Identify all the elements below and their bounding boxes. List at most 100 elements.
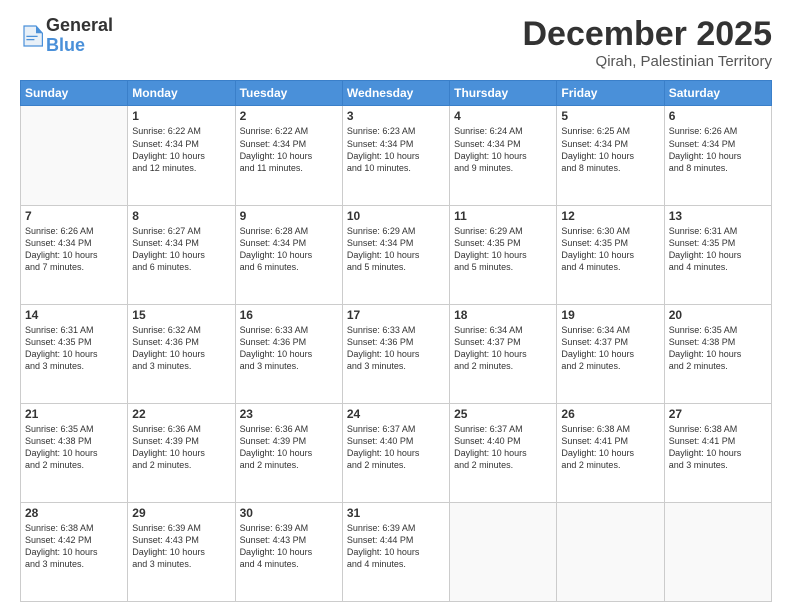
day-info: Sunrise: 6:31 AMSunset: 4:35 PMDaylight:… bbox=[669, 225, 767, 274]
table-row bbox=[664, 502, 771, 601]
day-info: Sunrise: 6:35 AMSunset: 4:38 PMDaylight:… bbox=[669, 324, 767, 373]
table-row: 24 Sunrise: 6:37 AMSunset: 4:40 PMDayligh… bbox=[342, 403, 449, 502]
table-row: 1 Sunrise: 6:22 AMSunset: 4:34 PMDaylight… bbox=[128, 106, 235, 205]
day-number: 13 bbox=[669, 209, 767, 223]
table-row: 2Sunrise: 6:22 AMSunset: 4:34 PMDaylight… bbox=[235, 106, 342, 205]
main-title: December 2025 bbox=[522, 16, 772, 53]
day-info: Sunrise: 6:29 AMSunset: 4:34 PMDaylight:… bbox=[347, 225, 445, 274]
day-number: 21 bbox=[25, 407, 123, 421]
day-number: 3 bbox=[347, 109, 445, 123]
day-number: 19 bbox=[561, 308, 659, 322]
col-sunday: Sunday bbox=[21, 81, 128, 106]
calendar-header-row: Sunday Monday Tuesday Wednesday Thursday… bbox=[21, 81, 772, 106]
day-info: Sunrise: 6:24 AMSunset: 4:34 PMDaylight:… bbox=[454, 125, 552, 174]
day-info: Sunrise: 6:38 AMSunset: 4:42 PMDaylight:… bbox=[25, 522, 123, 571]
day-number: 6 bbox=[669, 109, 767, 123]
logo: General Blue bbox=[20, 16, 113, 56]
day-number: 11 bbox=[454, 209, 552, 223]
day-info: Sunrise: 6:35 AMSunset: 4:38 PMDaylight:… bbox=[25, 423, 123, 472]
day-info: Sunrise: 6:32 AMSunset: 4:36 PMDaylight:… bbox=[132, 324, 230, 373]
col-thursday: Thursday bbox=[450, 81, 557, 106]
col-friday: Friday bbox=[557, 81, 664, 106]
day-number: 28 bbox=[25, 506, 123, 520]
day-number: 1 bbox=[132, 109, 230, 123]
day-number: 25 bbox=[454, 407, 552, 421]
logo-icon bbox=[20, 22, 44, 50]
day-info: Sunrise: 6:38 AMSunset: 4:41 PMDaylight:… bbox=[561, 423, 659, 472]
col-monday: Monday bbox=[128, 81, 235, 106]
calendar: Sunday Monday Tuesday Wednesday Thursday… bbox=[20, 80, 772, 602]
day-number: 10 bbox=[347, 209, 445, 223]
table-row: 18 Sunrise: 6:34 AMSunset: 4:37 PMDayligh… bbox=[450, 304, 557, 403]
day-number: 8 bbox=[132, 209, 230, 223]
table-row: 13 Sunrise: 6:31 AMSunset: 4:35 PMDayligh… bbox=[664, 205, 771, 304]
table-row: 21 Sunrise: 6:35 AMSunset: 4:38 PMDayligh… bbox=[21, 403, 128, 502]
day-info: Sunrise: 6:27 AMSunset: 4:34 PMDaylight:… bbox=[132, 225, 230, 274]
day-info: Sunrise: 6:37 AMSunset: 4:40 PMDaylight:… bbox=[347, 423, 445, 472]
day-number: 29 bbox=[132, 506, 230, 520]
table-row: 15 Sunrise: 6:32 AMSunset: 4:36 PMDayligh… bbox=[128, 304, 235, 403]
day-info: Sunrise: 6:26 AMSunset: 4:34 PMDaylight:… bbox=[25, 225, 123, 274]
day-info: Sunrise: 6:31 AMSunset: 4:35 PMDaylight:… bbox=[25, 324, 123, 373]
table-row bbox=[450, 502, 557, 601]
day-number: 7 bbox=[25, 209, 123, 223]
day-number: 31 bbox=[347, 506, 445, 520]
logo-general-text: General bbox=[46, 16, 113, 36]
day-info: Sunrise: 6:30 AMSunset: 4:35 PMDaylight:… bbox=[561, 225, 659, 274]
table-row: 3 Sunrise: 6:23 AMSunset: 4:34 PMDaylight… bbox=[342, 106, 449, 205]
table-row: 5Sunrise: 6:25 AMSunset: 4:34 PMDaylight… bbox=[557, 106, 664, 205]
col-saturday: Saturday bbox=[664, 81, 771, 106]
day-number: 20 bbox=[669, 308, 767, 322]
day-info: Sunrise: 6:29 AMSunset: 4:35 PMDaylight:… bbox=[454, 225, 552, 274]
table-row: 12Sunrise: 6:30 AMSunset: 4:35 PMDayligh… bbox=[557, 205, 664, 304]
day-info: Sunrise: 6:33 AMSunset: 4:36 PMDaylight:… bbox=[240, 324, 338, 373]
table-row: 23 Sunrise: 6:36 AMSunset: 4:39 PMDayligh… bbox=[235, 403, 342, 502]
table-row: 22 Sunrise: 6:36 AMSunset: 4:39 PMDayligh… bbox=[128, 403, 235, 502]
day-number: 23 bbox=[240, 407, 338, 421]
day-info: Sunrise: 6:26 AMSunset: 4:34 PMDaylight:… bbox=[669, 125, 767, 174]
day-info: Sunrise: 6:39 AMSunset: 4:43 PMDaylight:… bbox=[240, 522, 338, 571]
table-row bbox=[557, 502, 664, 601]
header: General Blue December 2025 Qirah, Palest… bbox=[20, 16, 772, 70]
table-row: 26 Sunrise: 6:38 AMSunset: 4:41 PMDayligh… bbox=[557, 403, 664, 502]
day-info: Sunrise: 6:36 AMSunset: 4:39 PMDaylight:… bbox=[132, 423, 230, 472]
table-row: 27Sunrise: 6:38 AMSunset: 4:41 PMDayligh… bbox=[664, 403, 771, 502]
day-number: 22 bbox=[132, 407, 230, 421]
table-row: 14 Sunrise: 6:31 AMSunset: 4:35 PMDayligh… bbox=[21, 304, 128, 403]
day-info: Sunrise: 6:28 AMSunset: 4:34 PMDaylight:… bbox=[240, 225, 338, 274]
day-info: Sunrise: 6:36 AMSunset: 4:39 PMDaylight:… bbox=[240, 423, 338, 472]
day-info: Sunrise: 6:23 AMSunset: 4:34 PMDaylight:… bbox=[347, 125, 445, 174]
day-number: 30 bbox=[240, 506, 338, 520]
table-row bbox=[21, 106, 128, 205]
table-row: 28 Sunrise: 6:38 AMSunset: 4:42 PMDayligh… bbox=[21, 502, 128, 601]
day-info: Sunrise: 6:33 AMSunset: 4:36 PMDaylight:… bbox=[347, 324, 445, 373]
table-row: 25Sunrise: 6:37 AMSunset: 4:40 PMDayligh… bbox=[450, 403, 557, 502]
day-info: Sunrise: 6:22 AMSunset: 4:34 PMDaylight:… bbox=[132, 125, 230, 174]
table-row: 19 Sunrise: 6:34 AMSunset: 4:37 PMDayligh… bbox=[557, 304, 664, 403]
day-number: 9 bbox=[240, 209, 338, 223]
day-number: 15 bbox=[132, 308, 230, 322]
day-number: 4 bbox=[454, 109, 552, 123]
day-number: 14 bbox=[25, 308, 123, 322]
table-row: 9 Sunrise: 6:28 AMSunset: 4:34 PMDaylight… bbox=[235, 205, 342, 304]
day-number: 24 bbox=[347, 407, 445, 421]
day-number: 26 bbox=[561, 407, 659, 421]
subtitle: Qirah, Palestinian Territory bbox=[522, 53, 772, 70]
day-number: 17 bbox=[347, 308, 445, 322]
title-block: December 2025 Qirah, Palestinian Territo… bbox=[522, 16, 772, 70]
day-info: Sunrise: 6:34 AMSunset: 4:37 PMDaylight:… bbox=[454, 324, 552, 373]
table-row: 30 Sunrise: 6:39 AMSunset: 4:43 PMDayligh… bbox=[235, 502, 342, 601]
col-wednesday: Wednesday bbox=[342, 81, 449, 106]
day-number: 16 bbox=[240, 308, 338, 322]
logo-text: General Blue bbox=[46, 16, 113, 56]
day-info: Sunrise: 6:25 AMSunset: 4:34 PMDaylight:… bbox=[561, 125, 659, 174]
table-row: 10 Sunrise: 6:29 AMSunset: 4:34 PMDayligh… bbox=[342, 205, 449, 304]
table-row: 4 Sunrise: 6:24 AMSunset: 4:34 PMDaylight… bbox=[450, 106, 557, 205]
col-tuesday: Tuesday bbox=[235, 81, 342, 106]
table-row: 6 Sunrise: 6:26 AMSunset: 4:34 PMDaylight… bbox=[664, 106, 771, 205]
table-row: 11 Sunrise: 6:29 AMSunset: 4:35 PMDayligh… bbox=[450, 205, 557, 304]
day-number: 18 bbox=[454, 308, 552, 322]
day-info: Sunrise: 6:34 AMSunset: 4:37 PMDaylight:… bbox=[561, 324, 659, 373]
table-row: 7 Sunrise: 6:26 AMSunset: 4:34 PMDaylight… bbox=[21, 205, 128, 304]
table-row: 16 Sunrise: 6:33 AMSunset: 4:36 PMDayligh… bbox=[235, 304, 342, 403]
